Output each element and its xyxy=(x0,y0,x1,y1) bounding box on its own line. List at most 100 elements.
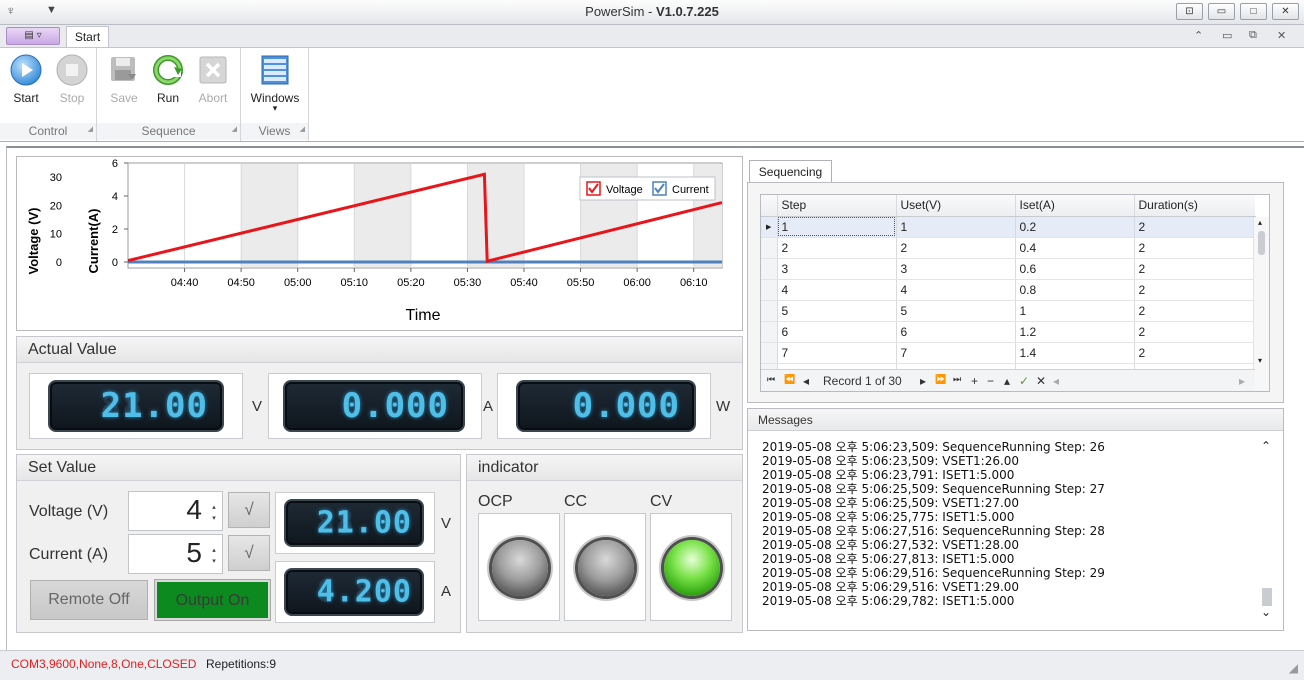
app-menu-button[interactable]: ▤ ▿ xyxy=(6,27,60,45)
cell-iset[interactable]: 0.2 xyxy=(1015,216,1135,238)
window-close-icon[interactable]: ✕ xyxy=(1272,3,1299,20)
end-edit-icon[interactable]: ✓ xyxy=(1019,374,1029,388)
window-maximize-icon[interactable]: □ xyxy=(1240,3,1267,20)
prev-record-icon[interactable]: ◂ xyxy=(803,374,809,388)
cell-step[interactable]: 2 xyxy=(777,237,897,259)
hscroll-right-icon[interactable]: ▸ xyxy=(1239,374,1245,388)
cv-label: CV xyxy=(650,493,673,510)
scroll-down-icon[interactable]: ▾ xyxy=(1258,356,1262,365)
group-caption-sequence: Sequence ◢ xyxy=(97,123,240,140)
current-up-icon[interactable]: ▴ xyxy=(209,546,219,554)
cell-uset[interactable]: 5 xyxy=(896,300,1016,322)
cell-iset[interactable]: 1.4 xyxy=(1015,342,1135,364)
cell-uset[interactable]: 4 xyxy=(896,279,1016,301)
scroll-up-icon[interactable]: ⌃ xyxy=(1261,439,1271,453)
cell-step[interactable]: 7 xyxy=(777,342,897,364)
cell-duration[interactable]: 2 xyxy=(1134,300,1256,322)
table-row[interactable]: 4 4 0.8 2 xyxy=(761,279,1256,301)
cell-duration[interactable]: 2 xyxy=(1134,342,1256,364)
remove-record-icon[interactable]: − xyxy=(987,374,994,388)
mdi-close-icon[interactable]: ✕ xyxy=(1277,29,1286,42)
table-row[interactable]: 7 7 1.4 2 xyxy=(761,342,1256,364)
abort-button[interactable]: Abort xyxy=(191,53,235,105)
table-row[interactable]: 2 2 0.4 2 xyxy=(761,237,1256,259)
save-icon xyxy=(111,57,136,81)
scroll-up-icon[interactable]: ▴ xyxy=(1258,218,1262,227)
table-row[interactable]: 6 6 1.2 2 xyxy=(761,321,1256,343)
scroll-thumb[interactable] xyxy=(1258,231,1265,255)
stop-button[interactable]: Stop xyxy=(50,53,94,105)
hscroll-left-icon[interactable]: ◂ xyxy=(1053,374,1059,388)
column-header-duration[interactable]: Duration(s) xyxy=(1134,195,1255,217)
cell-step[interactable]: 6 xyxy=(777,321,897,343)
save-button[interactable]: Save xyxy=(102,53,146,105)
voltage-input[interactable]: 4 xyxy=(186,494,202,526)
tab-sequencing[interactable]: Sequencing xyxy=(749,160,832,184)
cell-iset[interactable]: 0.4 xyxy=(1015,237,1135,259)
add-record-icon[interactable]: + xyxy=(971,374,978,388)
remote-off-button[interactable]: Remote Off xyxy=(30,580,148,620)
last-record-icon[interactable]: ⏭ xyxy=(953,374,961,385)
mdi-restore-icon[interactable]: ⧉ xyxy=(1249,29,1257,42)
messages-scrollbar[interactable]: ⌃ ⌄ xyxy=(1259,439,1275,621)
cell-uset[interactable]: 3 xyxy=(896,258,1016,280)
run-button[interactable]: Run xyxy=(146,53,190,105)
apply-voltage-button[interactable]: √ xyxy=(228,492,270,528)
column-header-uset[interactable]: Uset(V) xyxy=(896,195,1016,217)
cell-iset[interactable]: 1 xyxy=(1015,300,1135,322)
cell-step[interactable]: 5 xyxy=(777,300,897,322)
cell-step[interactable]: 3 xyxy=(777,258,897,280)
cell-duration[interactable]: 2 xyxy=(1134,321,1256,343)
cell-step[interactable]: 4 xyxy=(777,279,897,301)
x-tick-label: 04:40 xyxy=(171,277,199,289)
cell-iset[interactable]: 0.6 xyxy=(1015,258,1135,280)
table-row[interactable]: ▶ 1 1 0.2 2 xyxy=(761,216,1256,238)
cancel-edit-icon[interactable]: ✕ xyxy=(1036,374,1046,388)
table-row[interactable]: 3 3 0.6 2 xyxy=(761,258,1256,280)
prev-page-icon[interactable]: ⏪ xyxy=(784,374,795,385)
list-item: 2019-05-08 오후 5:06:29,782: ISET1:5.000 xyxy=(762,594,1015,608)
cell-duration[interactable]: 2 xyxy=(1134,216,1256,238)
cell-uset[interactable]: 6 xyxy=(896,321,1016,343)
resize-grip-icon[interactable]: ◢ xyxy=(1289,661,1298,675)
cell-uset[interactable]: 7 xyxy=(896,342,1016,364)
grid-header-row: Step Uset(V) Iset(A) Duration(s) xyxy=(761,195,1255,217)
apply-current-button[interactable]: √ xyxy=(228,535,270,571)
window-restore-icon[interactable]: ▭ xyxy=(1208,3,1235,20)
actual-power-unit: W xyxy=(716,398,731,415)
first-record-icon[interactable]: ⏮ xyxy=(767,374,775,385)
list-item: 2019-05-08 오후 5:06:27,516: SequenceRunni… xyxy=(762,524,1105,538)
cell-uset[interactable]: 1 xyxy=(896,216,1016,238)
current-spinner[interactable]: 5 ▴ ▾ xyxy=(128,534,223,574)
scroll-down-icon[interactable]: ⌄ xyxy=(1261,605,1271,619)
edit-record-icon[interactable]: ▴ xyxy=(1004,374,1010,388)
next-record-icon[interactable]: ▸ xyxy=(920,374,926,388)
output-on-button[interactable]: Output On xyxy=(154,579,271,621)
start-button[interactable]: Start xyxy=(4,53,48,105)
scroll-thumb[interactable] xyxy=(1262,588,1272,606)
cell-duration[interactable]: 2 xyxy=(1134,258,1256,280)
cell-uset[interactable]: 2 xyxy=(896,237,1016,259)
current-down-icon[interactable]: ▾ xyxy=(209,557,219,565)
cell-iset[interactable]: 0.8 xyxy=(1015,279,1135,301)
voltage-up-icon[interactable]: ▴ xyxy=(209,503,219,511)
table-row[interactable]: 5512 xyxy=(761,300,1256,322)
column-header-iset[interactable]: Iset(A) xyxy=(1015,195,1135,217)
voltage-spinner[interactable]: 4 ▴ ▾ xyxy=(128,491,223,531)
cell-duration[interactable]: 2 xyxy=(1134,279,1256,301)
cell-step[interactable]: 1 xyxy=(777,216,897,238)
mdi-min-icon[interactable]: ▭ xyxy=(1222,29,1232,42)
tab-start[interactable]: Start xyxy=(66,26,109,49)
cell-iset[interactable]: 1.2 xyxy=(1015,321,1135,343)
cell-duration[interactable]: 2 xyxy=(1134,237,1256,259)
grid-vertical-scrollbar[interactable]: ▴ ▾ xyxy=(1253,217,1269,391)
voltage-down-icon[interactable]: ▾ xyxy=(209,514,219,522)
ocp-indicator xyxy=(478,513,560,621)
ribbon-collapse-icon[interactable]: ⌃ xyxy=(1194,29,1203,42)
window-min-icon[interactable]: ⊡ xyxy=(1176,3,1203,20)
windows-button[interactable]: Windows ▾ xyxy=(247,53,303,113)
list-item: 2019-05-08 오후 5:06:23,509: VSET1:26.00 xyxy=(762,454,1020,468)
column-header-step[interactable]: Step xyxy=(777,195,897,217)
current-input[interactable]: 5 xyxy=(186,537,202,569)
next-page-icon[interactable]: ⏩ xyxy=(935,374,946,385)
